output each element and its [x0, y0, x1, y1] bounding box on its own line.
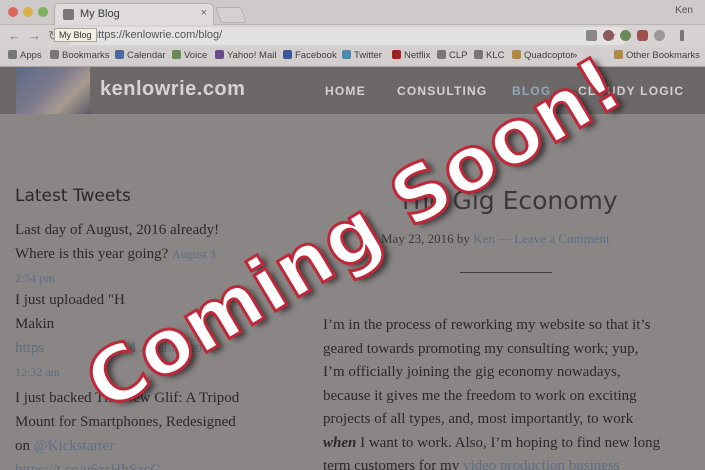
post-divider: [460, 272, 552, 273]
folder-icon: [512, 50, 521, 59]
tab-title: My Blog: [80, 8, 120, 20]
profile-name[interactable]: Ken: [675, 5, 693, 16]
leave-comment-link[interactable]: Leave a Comment: [514, 231, 609, 246]
nav-home[interactable]: HOME: [325, 84, 366, 98]
url-text: https://kenlowrie.com/blog/: [92, 29, 223, 41]
bookmark-label: Facebook: [295, 50, 337, 61]
tweet-text: Where is this year going?: [15, 246, 169, 262]
author-photo[interactable]: [16, 67, 90, 114]
new-tab-button[interactable]: [215, 7, 247, 23]
tab-close-icon[interactable]: ×: [201, 7, 207, 19]
extension-icon-4[interactable]: [637, 30, 648, 41]
tweet-link[interactable]: https://t.co/u6zsHhSzcG: [15, 458, 280, 470]
page-content: Latest Tweets Last day of August, 2016 a…: [0, 114, 705, 470]
forward-icon[interactable]: →: [28, 28, 41, 44]
post-text: term customers for my: [323, 458, 463, 470]
nav-consulting[interactable]: CONSULTING: [397, 84, 487, 98]
post-line: geared towards promoting my consulting w…: [323, 340, 639, 357]
bookmark-label: Voice: [184, 50, 208, 61]
bookmark-clp[interactable]: CLP: [437, 50, 467, 61]
kickstarter-link[interactable]: @Kickstarter: [34, 438, 114, 454]
zoom-window-button[interactable]: [38, 7, 48, 17]
bookmark-label: Bookmarks: [62, 50, 110, 61]
post-line: I’m in the process of reworking my websi…: [323, 317, 651, 333]
apps-icon: [8, 50, 17, 59]
twitter-icon: [342, 50, 351, 59]
video-production-link[interactable]: video production business: [463, 458, 620, 470]
bookmark-label: Other Bookmarks: [626, 50, 700, 61]
bookmark-klc[interactable]: KLC: [474, 50, 504, 61]
bookmark-calendar[interactable]: Calendar: [115, 50, 166, 61]
folder-icon: [614, 50, 623, 59]
extension-icon-3[interactable]: [620, 30, 631, 41]
browser-titlebar: My Blog × Ken: [0, 0, 705, 25]
emphasis-text: when: [323, 434, 357, 451]
post-text: I want to work. Also, I’m hoping to find…: [356, 434, 661, 451]
post-line: because it gives me the freedom to work …: [323, 387, 637, 404]
voice-icon: [172, 50, 181, 59]
post-body: I’m in the process of reworking my websi…: [323, 314, 663, 470]
post-line: term customers for my video production b…: [323, 455, 663, 470]
bookmark-label: Netflix: [404, 50, 431, 61]
bookmark-twitter[interactable]: Twitter: [342, 50, 382, 61]
tweet-link[interactable]: https: [15, 340, 44, 356]
favicon-icon: [63, 9, 74, 20]
yahoo-icon: [215, 50, 224, 59]
facebook-icon: [283, 50, 292, 59]
close-window-button[interactable]: [8, 7, 18, 17]
browser-toolbar: ← → ↻ https://kenlowrie.com/blog/ ☆: [0, 25, 705, 47]
netflix-icon: [392, 50, 401, 59]
post-line: I’m officially joining the gig economy n…: [323, 364, 621, 380]
back-icon[interactable]: ←: [8, 28, 21, 44]
site-title[interactable]: kenlowrie.com: [100, 78, 245, 101]
tweet-text: Mount for Smartphones, Redesigned: [15, 414, 236, 430]
meta-separator: —: [498, 231, 512, 246]
bookmark-bookmarks[interactable]: Bookmarks: [50, 50, 110, 61]
post-author-link[interactable]: Ken: [473, 231, 495, 246]
tweet-text-line: on @Kickstarter: [15, 434, 280, 458]
bookmark-label: KLC: [486, 50, 505, 61]
tweet-text: Last day of August, 2016 already!: [15, 222, 220, 238]
bookmark-label: Calendar: [127, 50, 166, 61]
post-by: by: [456, 231, 470, 246]
bookmark-netflix[interactable]: Netflix: [392, 50, 430, 61]
bookmark-facebook[interactable]: Facebook: [283, 50, 337, 61]
bookmark-label: CLP: [449, 50, 468, 61]
minimize-window-button[interactable]: [23, 7, 33, 17]
tweet-date-link[interactable]: August 3: [172, 247, 216, 261]
post-line: when I want to work. Also, I’m hoping to…: [323, 432, 663, 456]
extension-icon-2[interactable]: [603, 30, 614, 41]
bookmark-label: Apps: [20, 50, 42, 61]
clp-icon: [437, 50, 446, 59]
bookmark-yahoo-mail[interactable]: Yahoo! Mail: [215, 50, 276, 61]
latest-tweets-heading: Latest Tweets: [15, 186, 131, 206]
bookmark-label: Twitter: [354, 50, 382, 61]
menu-dots-icon[interactable]: [680, 30, 684, 41]
tweet-text: on: [15, 438, 34, 454]
post-line: projects of all types, and, most importa…: [323, 411, 634, 427]
browser-tab[interactable]: My Blog ×: [54, 3, 214, 25]
klc-icon: [474, 50, 483, 59]
bookmark-voice[interactable]: Voice: [172, 50, 207, 61]
bookmark-apps[interactable]: Apps: [8, 50, 42, 61]
extension-icon-5[interactable]: [654, 30, 665, 41]
other-bookmarks[interactable]: Other Bookmarks: [614, 50, 700, 61]
tab-tooltip: My Blog: [54, 28, 97, 42]
calendar-icon: [115, 50, 124, 59]
star-icon: [50, 50, 59, 59]
address-bar[interactable]: https://kenlowrie.com/blog/ ☆: [70, 27, 625, 45]
bookmark-label: Yahoo! Mail: [227, 50, 277, 61]
